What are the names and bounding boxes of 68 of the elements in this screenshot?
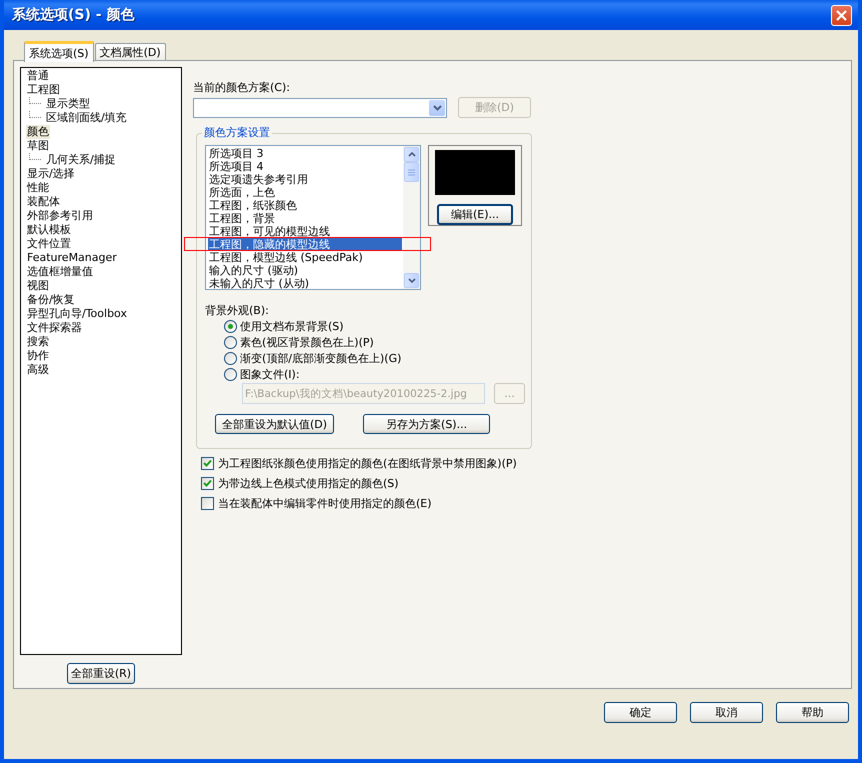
radio-label: 渐变(顶部/底部渐变颜色在上)(G) xyxy=(240,350,402,366)
list-item[interactable]: 工程图，背景 xyxy=(208,212,402,225)
dropdown-button[interactable] xyxy=(429,100,445,116)
tree-item[interactable]: 颜色 xyxy=(26,125,50,139)
tree-item[interactable]: 异型孔向导/Toolbox xyxy=(26,307,128,321)
tree-item[interactable]: 视图 xyxy=(26,279,50,293)
close-icon xyxy=(836,10,847,20)
reset-all-button[interactable]: 全部重设(R) xyxy=(66,663,136,684)
radio-label: 使用文档布景背景(S) xyxy=(240,318,344,334)
tree-item[interactable]: 普通 xyxy=(26,69,50,83)
tree-item[interactable]: 装配体 xyxy=(26,195,61,209)
radio-button[interactable] xyxy=(224,368,237,380)
caret-icon xyxy=(432,104,442,110)
tree-item[interactable]: 高级 xyxy=(26,363,50,377)
list-item[interactable]: 所选项目 3 xyxy=(208,147,402,160)
tree-item[interactable]: 草图 xyxy=(26,139,50,153)
checkbox-label: 当在装配体中编辑零件时使用指定的颜色(E) xyxy=(218,496,432,510)
tree-item[interactable]: 协作 xyxy=(26,349,50,363)
tab[interactable]: 系统选项(S) xyxy=(24,41,94,62)
field-label: 当前的颜色方案(C): xyxy=(193,81,291,95)
tree-item[interactable]: 搜索 xyxy=(26,335,50,349)
list-item[interactable]: 输入的尺寸 (驱动) xyxy=(208,264,402,277)
radio-label: 素色(视区背景颜色在上)(P) xyxy=(240,334,374,350)
list-item[interactable]: 未输入的尺寸 (从动) xyxy=(208,277,402,289)
tree-item[interactable]: 显示类型 xyxy=(45,97,91,111)
tree-item[interactable]: 几何关系/捕捉 xyxy=(45,153,117,167)
tree-item[interactable]: 选值框增量值 xyxy=(26,265,94,279)
tree-item[interactable]: 文件探索器 xyxy=(26,321,83,335)
radio-button[interactable] xyxy=(224,320,237,332)
tree-item[interactable]: 默认模板 xyxy=(26,223,72,237)
list-item[interactable]: 所选项目 4 xyxy=(208,160,402,173)
checkbox[interactable] xyxy=(201,496,214,510)
list-item[interactable]: 工程图，隐藏的模型边线 xyxy=(208,238,402,251)
grip-icon xyxy=(408,168,415,176)
radio-button[interactable] xyxy=(224,352,237,364)
list-item[interactable]: 工程图，纸张颜色 xyxy=(208,199,402,212)
edit-button[interactable]: 编辑(E)... xyxy=(437,204,513,225)
tree-item[interactable]: FeatureManager xyxy=(26,251,118,265)
tree-item[interactable]: 性能 xyxy=(26,181,50,195)
checkbox[interactable] xyxy=(201,456,214,470)
save-scheme-button[interactable]: 另存为方案(S)... xyxy=(363,414,490,434)
tab[interactable]: 文档属性(D) xyxy=(94,43,166,61)
list-item[interactable]: 选定项遗失参考引用 xyxy=(208,173,402,186)
radio-label: 图象文件(I): xyxy=(240,366,300,382)
tree-item[interactable]: 显示/选择 xyxy=(26,167,76,181)
section-label: 背景外观(B): xyxy=(205,304,270,318)
dialog-button[interactable]: 取消 xyxy=(690,702,763,723)
dialog-button[interactable]: 帮助 xyxy=(776,702,849,723)
list-item[interactable]: 工程图，模型边线 (SpeedPak) xyxy=(208,251,402,264)
tree-item[interactable]: 外部参考引用 xyxy=(26,209,94,223)
list-item[interactable]: 所选面，上色 xyxy=(208,186,402,199)
dialog-button[interactable]: 确定 xyxy=(604,702,677,723)
group-title: 颜色方案设置 xyxy=(202,126,272,140)
checkbox[interactable] xyxy=(201,476,214,490)
list-item[interactable]: 工程图，可见的模型边线 xyxy=(208,225,402,238)
checkbox-label: 为带边线上色模式使用指定的颜色(S) xyxy=(218,476,399,490)
radio-button[interactable] xyxy=(224,336,237,348)
window-title: 系统选项(S) - 颜色 xyxy=(11,6,136,24)
reset-defaults-button[interactable]: 全部重设为默认值(D) xyxy=(215,414,334,434)
close-button[interactable] xyxy=(831,4,852,26)
color-item-list[interactable]: 所选项目 3 所选项目 4 选定项遗失参考引用 所选面，上色 工程图，纸张颜色 工程图，背景 工程图，可见的模型边线 工程图，隐藏的模型边线 工程图，模型边线 (SpeedPak) 输入的尺寸 (驱动) 未输入的尺寸 (从动) xyxy=(205,145,421,290)
tree-item[interactable]: 备份/恢复 xyxy=(26,293,76,307)
tree-item[interactable]: 工程图 xyxy=(26,83,61,97)
scrollbar[interactable] xyxy=(403,146,420,289)
tree-item[interactable]: 区域剖面线/填充 xyxy=(45,111,128,125)
scheme-dropdown[interactable] xyxy=(193,98,447,118)
checkbox-label: 为工程图纸张颜色使用指定的颜色(在图纸背景中禁用图象)(P) xyxy=(218,456,517,470)
tree-item[interactable]: 文件位置 xyxy=(26,237,72,251)
